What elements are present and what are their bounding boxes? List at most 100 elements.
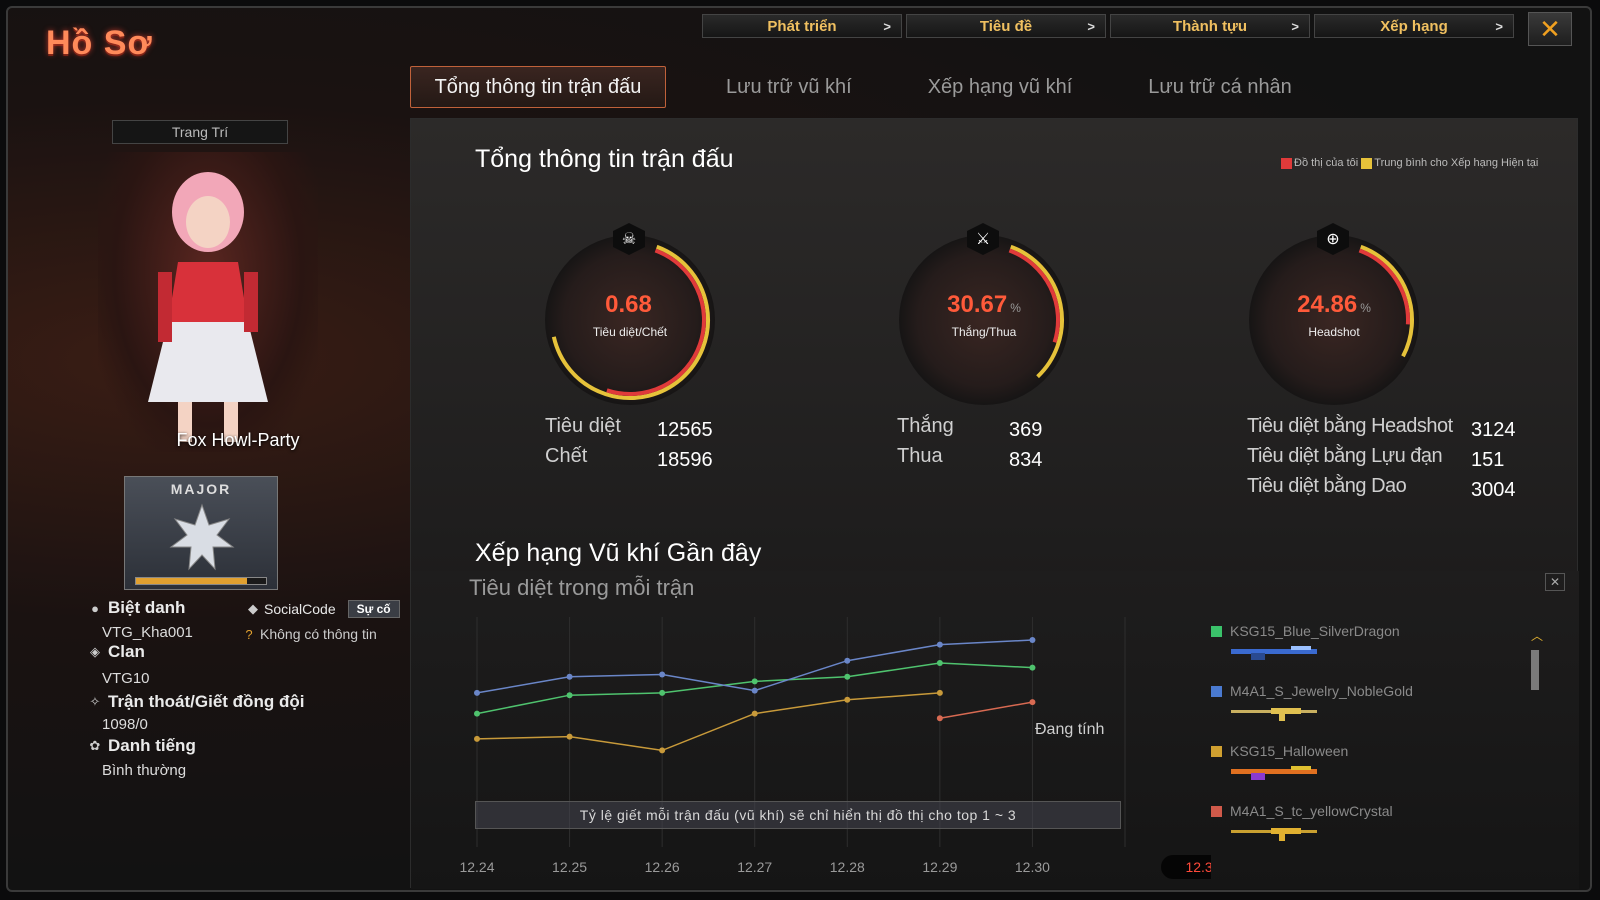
rank-progress-bar: [135, 577, 267, 585]
series-point: [751, 678, 758, 685]
headshot-value: 24.86%: [1249, 291, 1419, 319]
shotgun-icon: [1231, 646, 1317, 660]
reputation-icon: ✿: [89, 738, 101, 753]
series-point: [474, 689, 480, 696]
tag-icon: ◆: [248, 601, 258, 616]
legend-avg-label: Trung bình cho Xếp hạng Hiện tại: [1374, 157, 1539, 169]
series-point: [474, 735, 480, 742]
series-point: [936, 715, 943, 722]
series-point: [659, 747, 666, 754]
social-code-label: SocialCode: [264, 601, 336, 617]
weapon-list-scrollbar[interactable]: ︿: [1531, 627, 1543, 847]
chart-note: Tỷ lệ giết mỗi trận đấu (vũ khí) sẽ chỉ …: [475, 801, 1121, 829]
series-swatch: [1211, 805, 1222, 817]
kd-gauge: ☠ 0.68 Tiêu diệt/Chết: [545, 223, 715, 405]
tab-match-summary[interactable]: Tổng thông tin trận đấu: [410, 66, 666, 108]
wins-label: Thắng: [897, 415, 954, 437]
summary-title: Tổng thông tin trận đấu: [475, 145, 734, 173]
scroll-up-icon[interactable]: ︿: [1531, 627, 1543, 644]
tab-weapon-ranking[interactable]: Xếp hạng vũ khí: [922, 66, 1079, 108]
weapon-item[interactable]: M4A1_S_tc_yellowCrystal: [1211, 803, 1521, 863]
kills-per-match-chart: 12.24 12.25 12.26 12.27 12.28 12.29 12.30 12.31: [459, 617, 1211, 879]
rank-badge: MAJOR: [124, 476, 278, 590]
x-tick-label: 12.30: [1015, 859, 1050, 875]
series-swatch: [1211, 685, 1222, 697]
rank-progress-fill: [136, 578, 247, 584]
gauge-unit: %: [1360, 301, 1371, 315]
kills-value: 12565: [657, 419, 713, 441]
calculating-label: Đang tính: [1035, 721, 1105, 738]
series-point: [936, 660, 943, 666]
clan-shield-icon: ◈: [90, 644, 100, 659]
clan-label: Clan: [108, 642, 145, 661]
chart-close-button[interactable]: ✕: [1545, 573, 1565, 591]
shotgun-icon: [1231, 766, 1317, 780]
decoration-button[interactable]: Trang Trí: [112, 120, 288, 144]
weapon-item[interactable]: M4A1_S_Jewelry_NobleGold: [1211, 683, 1521, 743]
x-tick-label[interactable]: 12.31: [1185, 859, 1211, 875]
rifle-icon: [1231, 708, 1317, 721]
top-nav-rankings[interactable]: Xếp hạng >: [1314, 14, 1514, 38]
x-tick-label: 12.24: [459, 859, 494, 875]
series-point: [844, 696, 851, 703]
user-icon: ●: [91, 600, 99, 616]
window-title: Hồ Sơ: [46, 24, 153, 62]
reputation-row: ✿ Danh tiếng: [88, 736, 196, 756]
wins-value: 369: [1009, 419, 1043, 441]
rank-star-icon: [169, 503, 235, 571]
gauge-number: 24.86: [1297, 291, 1358, 318]
weapon-name: KSG15_Blue_SilverDragon: [1230, 623, 1400, 639]
chevron-right-icon: >: [883, 18, 891, 34]
close-button[interactable]: ✕: [1528, 12, 1572, 46]
chevron-right-icon: >: [1291, 18, 1299, 34]
close-icon: ✕: [1549, 575, 1561, 589]
winrate-label: Thắng/Thua: [951, 325, 1017, 339]
top-nav-achievements[interactable]: Thành tựu >: [1110, 14, 1310, 38]
top-nav-development[interactable]: Phát triển >: [702, 14, 902, 38]
weapon-name: M4A1_S_Jewelry_NobleGold: [1230, 683, 1413, 699]
report-button[interactable]: Sự cố: [347, 600, 400, 618]
winrate-gauge: ⚔ 30.67% Thắng/Thua: [899, 223, 1069, 405]
top-nav-label: Tiêu đề: [979, 17, 1033, 35]
character-name: Fox Howl-Party: [176, 430, 300, 450]
headshot-kills-value: 3124: [1471, 419, 1516, 441]
kd-value: 0.68: [545, 291, 715, 319]
weapon-item[interactable]: KSG15_Blue_SilverDragon: [1211, 623, 1521, 683]
series-point: [474, 710, 480, 717]
nickname-label: Biệt danh: [108, 598, 186, 617]
series-swatch: [1211, 745, 1222, 757]
escape-label: Trận thoát/Giết đồng đội: [108, 692, 305, 711]
losses-value: 834: [1009, 449, 1043, 471]
series-point: [659, 689, 666, 696]
series-point: [566, 673, 573, 680]
deaths-value: 18596: [657, 449, 713, 471]
gauge-arc: [1008, 244, 1064, 379]
chevron-right-icon: >: [1495, 18, 1503, 34]
social-code-value: Không có thông tin: [260, 626, 377, 642]
x-tick-label: 12.28: [830, 859, 865, 875]
top-nav-titles[interactable]: Tiêu đề >: [906, 14, 1106, 38]
weapon-item[interactable]: KSG15_Halloween: [1211, 743, 1521, 803]
scroll-thumb[interactable]: [1531, 650, 1539, 690]
grenade-kills-value: 151: [1471, 449, 1505, 471]
clan-value: VTG10: [102, 670, 150, 687]
series-point: [1029, 699, 1036, 706]
escape-row: ✧ Trận thoát/Giết đồng đội: [88, 692, 305, 712]
profile-window: Hồ Sơ Phát triển > Tiêu đề > Thành tựu > Xế…: [6, 6, 1592, 892]
recent-ranking-title: Xếp hạng Vũ khí Gần đây: [475, 539, 762, 567]
tab-weapon-archive[interactable]: Lưu trữ vũ khí: [720, 66, 858, 108]
tab-personal-archive[interactable]: Lưu trữ cá nhân: [1142, 66, 1298, 108]
series-point: [936, 689, 943, 696]
x-tick-label: 12.25: [552, 859, 587, 875]
gauge-unit: %: [1010, 301, 1021, 315]
series-point: [566, 733, 573, 740]
escape-value: 1098/0: [102, 716, 148, 733]
x-tick-label: 12.26: [645, 859, 680, 875]
legend-swatch-mine: [1281, 157, 1292, 169]
series-point: [1029, 664, 1036, 671]
top-nav-label: Thành tựu: [1172, 17, 1248, 35]
profile-sidebar: Trang Trí Fox Howl-Party MAJOR ● Biệt dan: [68, 116, 408, 886]
weapon-list: KSG15_Blue_SilverDragon M4A1_S_Jewelry_N…: [1211, 623, 1521, 863]
chart-legend: Đồ thị của tôi Trung bình cho Xếp hạng H…: [1281, 157, 1541, 170]
recent-chart-panel: Tiêu diệt trong mỗi trận ✕ 12.24 12.25 12.…: [411, 571, 1579, 889]
